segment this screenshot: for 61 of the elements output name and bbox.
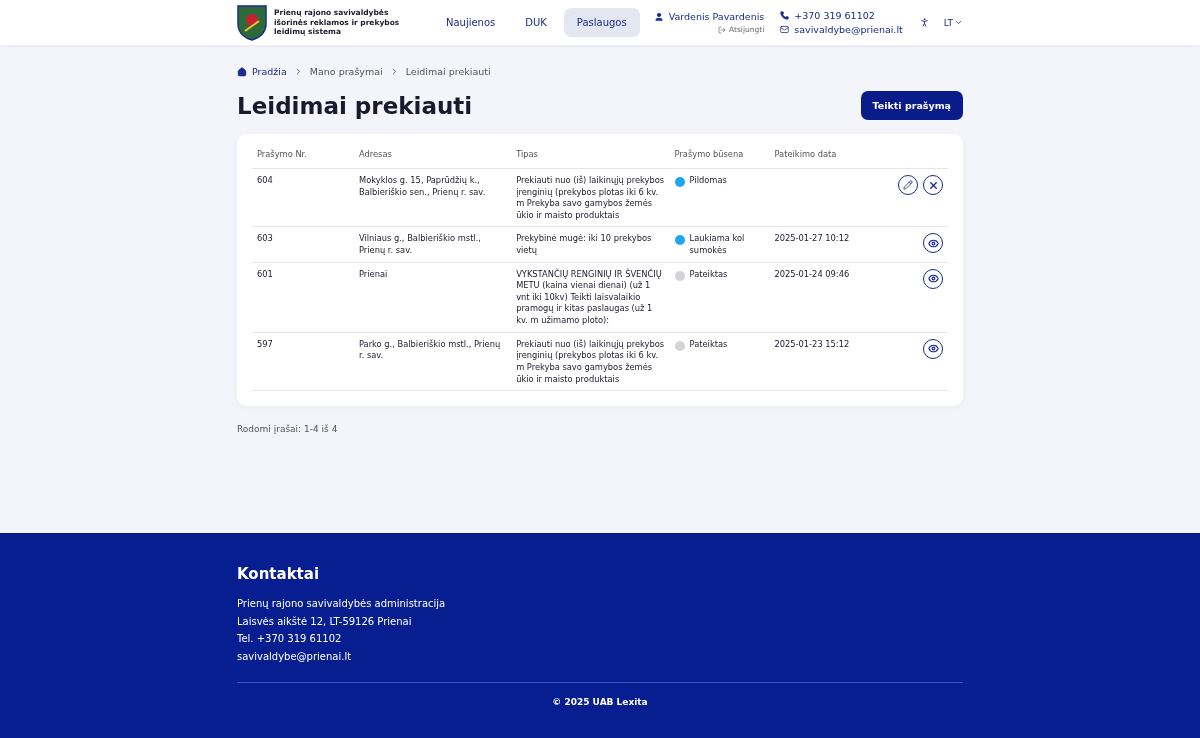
table-cell: 597 [252, 332, 354, 391]
table-cell: 2025-01-23 15:12 [769, 332, 893, 391]
contact-line: Prienų rajono savivaldybės administracija [237, 597, 447, 611]
breadcrumb-item: Leidimai prekiauti [405, 66, 491, 77]
table-cell: Parko g., Balbieriškio mstl., Prienų r. sav. [354, 332, 512, 391]
nav-tab[interactable]: Naujienos [432, 8, 509, 37]
contact-line: Tel. +370 319 61102 [237, 632, 343, 646]
record-count: Rodomi įrašai: 1-4 iš 4 [237, 424, 339, 435]
breadcrumb-link[interactable]: Pradžia [237, 66, 287, 77]
nav-tab[interactable]: DUK [512, 8, 560, 37]
table-cell: Prekiauti nuo (iš) laikinųjų prekybos įrenginių (prekybos plotas iki 6 kv. m Prekyba savo gamybos žemės ūkio ir maisto produktais [511, 168, 670, 227]
status-text: Pildomas [689, 175, 727, 187]
table-cell: 604 [252, 168, 354, 227]
submit-request-button[interactable]: Teikti prašymą [860, 91, 963, 120]
column-header: Pateikimo data [769, 140, 893, 169]
column-header: Prašymo Nr. [252, 140, 354, 169]
column-header: Adresas [354, 140, 512, 169]
table-cell: Prienai [354, 262, 512, 333]
phone-number: +370 319 61102 [794, 10, 875, 21]
edit-button[interactable] [898, 175, 918, 195]
accessibility-icon[interactable] [918, 16, 930, 29]
close-button[interactable] [923, 175, 943, 195]
table-cell: Prekybinė mugė: iki 10 prekybos vietų [511, 226, 670, 263]
table-cell: 603 [252, 226, 354, 263]
eye-icon [927, 237, 939, 249]
table-cell: VYKSTANČIŲ RENGINIŲ IR ŠVENČIŲ METU (kaina vienai dienai) (už 1 vnt iki 10kv) Teikti laisvalaikio pramogų ir kitas paslaugas (už 1 kv. m užimamo ploto): [511, 262, 670, 333]
home-icon [237, 66, 247, 77]
view-button[interactable] [923, 268, 943, 289]
footer-title: Kontaktai [237, 565, 321, 583]
view-button[interactable] [923, 233, 943, 254]
eye-icon [927, 273, 939, 285]
pencil-icon [903, 180, 913, 190]
contact-line: savivaldybe@prienai.lt [237, 649, 353, 664]
email-icon [780, 25, 790, 34]
status-text: Pateiktas [689, 338, 728, 351]
copyright: © 2025 UAB Lexita [551, 697, 649, 707]
user-name: Vardenis Pavardenis [668, 11, 765, 22]
breadcrumb-item[interactable]: Mano prašymai [309, 66, 383, 77]
phone-icon [780, 11, 790, 20]
page-title: Leidimai prekiauti [237, 92, 473, 119]
contact-line: Laisvės aikštė 12, LT-59126 Prienai [237, 614, 413, 629]
view-button[interactable] [923, 338, 943, 359]
table-cell: Mokyklos g. 15, Paprūdžių k., Balbieriškio sen., Prienų r. sav. [354, 168, 512, 227]
nav-tab[interactable]: Paslaugos [563, 8, 640, 37]
email-address: savivaldybe@prienai.lt [794, 24, 903, 35]
caret-icon [954, 18, 963, 27]
table-cell: Prekiauti nuo (iš) laikinųjų prekybos įrenginių (prekybos plotas iki 6 kv. m Prekyba savo gamybos žemės ūkio ir maisto produktais [511, 332, 670, 391]
status-text: Laukiama kol sumokės [689, 233, 746, 257]
table-cell: 601 [252, 262, 354, 333]
table-cell: 2025-01-27 10:12 [769, 226, 893, 263]
eye-icon [927, 343, 939, 355]
column-header: Prašymo būsena [669, 140, 770, 169]
user-icon [653, 11, 664, 22]
status-text: Pateiktas [689, 268, 728, 281]
table-cell: 2025-01-24 09:46 [769, 262, 893, 333]
logout-icon [718, 25, 726, 34]
column-header: Tipas [511, 140, 670, 169]
language-dropdown[interactable]: LT [943, 17, 963, 28]
coat-of-arms-logo [237, 4, 267, 41]
table-cell: Vilniaus g., Balbieriškio mstl., Prienų r. sav. [354, 226, 512, 263]
close-icon [927, 179, 939, 191]
